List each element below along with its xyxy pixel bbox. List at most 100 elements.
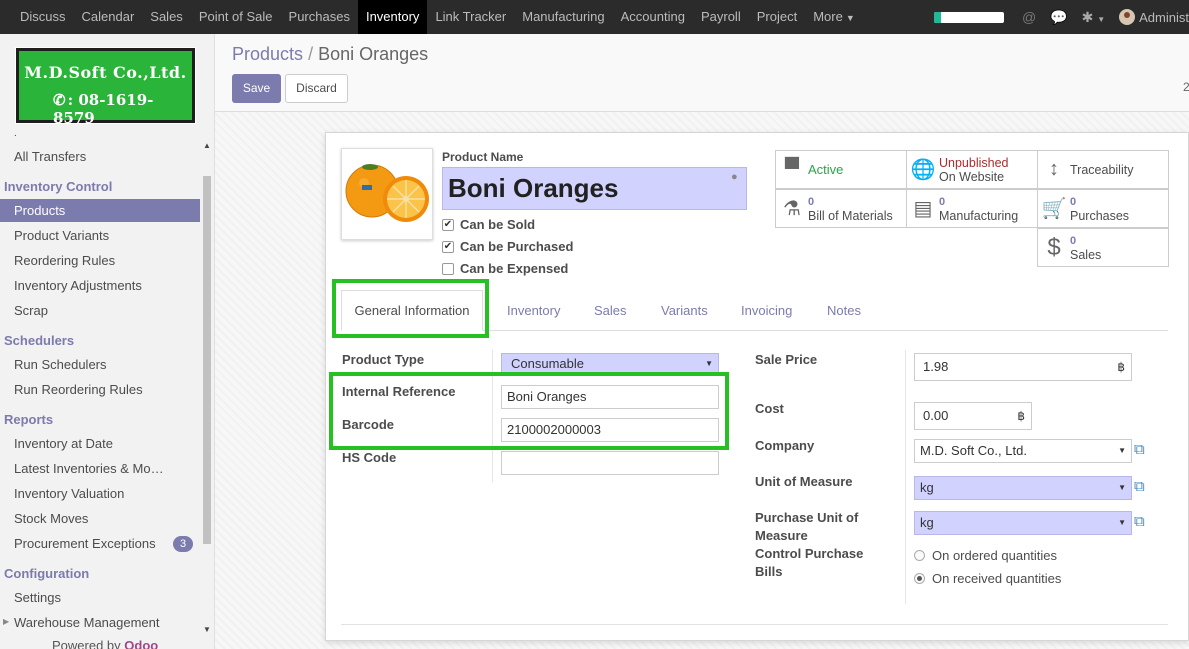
company-select[interactable]: M.D. Soft Co., Ltd. ▼	[914, 439, 1132, 463]
menu-discuss[interactable]: Discuss	[12, 0, 74, 34]
sidebar-item-scrap[interactable]: Scrap	[0, 299, 200, 322]
sidebar-item-reordering-rules[interactable]: Reordering Rules	[0, 249, 200, 272]
user-menu[interactable]: Administ	[1119, 9, 1189, 25]
menu-more[interactable]: More ▼	[805, 0, 863, 34]
sales-button[interactable]: $ 0 Sales	[1037, 228, 1169, 267]
powered-by-brand[interactable]: Odoo	[124, 638, 158, 649]
sidebar-section-reports: Reports	[4, 412, 54, 427]
mfg-count: 0	[939, 196, 946, 208]
purchases-button[interactable]: 🛒 0 Purchases	[1037, 189, 1169, 228]
menu-manufacturing[interactable]: Manufacturing	[514, 0, 612, 34]
menu-calendar[interactable]: Calendar	[74, 0, 143, 34]
chat-icon[interactable]: 💬	[1050, 9, 1067, 26]
discard-button[interactable]: Discard	[285, 74, 348, 103]
sales-count: 0	[1070, 235, 1077, 247]
bom-stat: 0 Bill of Materials	[808, 194, 893, 223]
product-name-input[interactable]: Boni Oranges	[442, 167, 747, 210]
sidebar-item-inventory-adjustments[interactable]: Inventory Adjustments	[0, 274, 200, 297]
external-link-icon[interactable]: ⧉	[1134, 513, 1145, 530]
dropdown-arrow-icon: ▼	[1118, 483, 1126, 492]
caret-down-icon: ▼	[845, 13, 855, 23]
traceability-label: Traceability	[1070, 162, 1134, 177]
radio-ordered-label: On ordered quantities	[932, 548, 1058, 563]
tab-invoicing[interactable]: Invoicing	[741, 303, 792, 318]
scroll-up-icon[interactable]: ▲	[203, 141, 211, 150]
can-be-purchased-checkbox[interactable]: ✔	[442, 240, 454, 253]
product-image[interactable]	[341, 148, 433, 240]
top-navbar: Discuss Calendar Sales Point of Sale Pur…	[0, 0, 1189, 34]
currency-symbol: ฿	[1117, 360, 1125, 374]
menu-payroll[interactable]: Payroll	[693, 0, 749, 34]
sidebar-item-stock-moves[interactable]: Stock Moves	[0, 507, 200, 530]
sidebar-item-inventory-valuation[interactable]: Inventory Valuation	[0, 482, 200, 505]
sidebar-item-procurement-exceptions[interactable]: Procurement Exceptions	[0, 532, 170, 555]
menu-purchases[interactable]: Purchases	[281, 0, 358, 34]
sidebar-item-warehouse-management[interactable]: Warehouse Management	[0, 611, 200, 634]
dropdown-arrow-icon: ▼	[705, 359, 713, 368]
sale-price-input[interactable]: 1.98 ฿	[914, 353, 1132, 381]
radio-ordered-quantities[interactable]	[914, 550, 925, 561]
manufacturing-button[interactable]: ▤ 0 Manufacturing	[906, 189, 1038, 228]
website-publish-button[interactable]: 🌐 Unpublished On Website	[906, 150, 1038, 189]
sidebar-item-products[interactable]: Products	[0, 199, 200, 222]
purchase-uom-label: Purchase Unit of Measure	[755, 509, 858, 545]
tab-notes[interactable]: Notes	[827, 303, 861, 318]
radio-received-quantities[interactable]	[914, 573, 925, 584]
sidebar-section-configuration: Configuration	[4, 566, 90, 581]
highlight-box-tab	[332, 279, 489, 338]
can-be-sold-label: Can be Sold	[460, 217, 536, 232]
pager[interactable]: 2	[1183, 80, 1189, 94]
sidebar-item-run-reordering-rules[interactable]: Run Reordering Rules	[0, 378, 200, 401]
sale-price-value: 1.98	[923, 359, 949, 374]
menu-sales[interactable]: Sales	[142, 0, 191, 34]
cost-value: 0.00	[923, 408, 949, 423]
radio-ordered-row[interactable]: On ordered quantities	[914, 548, 1057, 563]
can-be-expensed-checkbox[interactable]	[442, 262, 454, 275]
menu-link-tracker[interactable]: Link Tracker	[427, 0, 514, 34]
traceability-button[interactable]: ↕ Traceability	[1037, 150, 1169, 189]
menu-project[interactable]: Project	[749, 0, 805, 34]
right-group-divider	[905, 350, 906, 604]
sidebar-item-latest-inventories[interactable]: Latest Inventories & Mo…	[0, 457, 170, 480]
sidebar-item-inventory-at-date[interactable]: Inventory at Date	[0, 432, 200, 455]
translate-globe-icon[interactable]: ●	[731, 171, 738, 183]
bill-of-materials-button[interactable]: ⚗ 0 Bill of Materials	[775, 189, 907, 228]
progress-bar	[933, 11, 1004, 23]
save-button[interactable]: Save	[232, 74, 281, 103]
breadcrumb-parent[interactable]: Products	[232, 44, 303, 64]
sidebar-section-inventory-control: Inventory Control	[4, 179, 113, 194]
can-be-sold-checkbox[interactable]: ✔	[442, 218, 454, 231]
sale-price-label: Sale Price	[755, 352, 818, 367]
breadcrumb: Products / Boni Oranges	[232, 44, 428, 65]
sales-stat: 0 Sales	[1070, 233, 1101, 262]
list-icon: ▤	[913, 198, 933, 220]
radio-received-row[interactable]: On received quantities	[914, 571, 1061, 586]
sidebar-item-run-schedulers[interactable]: Run Schedulers	[0, 353, 200, 376]
cost-input[interactable]: 0.00 ฿	[914, 402, 1032, 430]
active-toggle-button[interactable]: ▀ Active	[775, 150, 907, 189]
unit-of-measure-select[interactable]: kg ▼	[914, 476, 1132, 500]
menu-point-of-sale[interactable]: Point of Sale	[191, 0, 281, 34]
active-label: Active	[808, 161, 844, 177]
tab-sales[interactable]: Sales	[594, 303, 627, 318]
tab-inventory[interactable]: Inventory	[507, 303, 560, 318]
tab-variants[interactable]: Variants	[661, 303, 708, 318]
sidebar-item-settings[interactable]: Settings	[0, 586, 200, 609]
sidebar-item-all-transfers[interactable]: All Transfers	[0, 145, 200, 168]
menu-accounting[interactable]: Accounting	[613, 0, 693, 34]
sidebar-scrollbar[interactable]	[203, 176, 211, 544]
uom-value: kg	[920, 480, 934, 495]
external-link-icon[interactable]: ⧉	[1134, 478, 1145, 495]
can-be-purchased-row: ✔ Can be Purchased	[442, 239, 573, 254]
hs-code-input[interactable]	[501, 451, 719, 475]
external-link-icon[interactable]: ⧉	[1134, 441, 1145, 458]
bug-icon[interactable]: ✱ ▼	[1082, 9, 1106, 26]
sidebar-item-product-variants[interactable]: Product Variants	[0, 224, 200, 247]
company-label: Company	[755, 438, 815, 453]
product-type-value: Consumable	[511, 356, 584, 371]
purchase-uom-select[interactable]: kg ▼	[914, 511, 1132, 535]
at-sign-icon[interactable]: @	[1022, 9, 1036, 25]
highlight-box-fields	[329, 372, 729, 450]
scroll-down-icon[interactable]: ▼	[203, 625, 211, 634]
menu-inventory[interactable]: Inventory	[357, 0, 428, 34]
